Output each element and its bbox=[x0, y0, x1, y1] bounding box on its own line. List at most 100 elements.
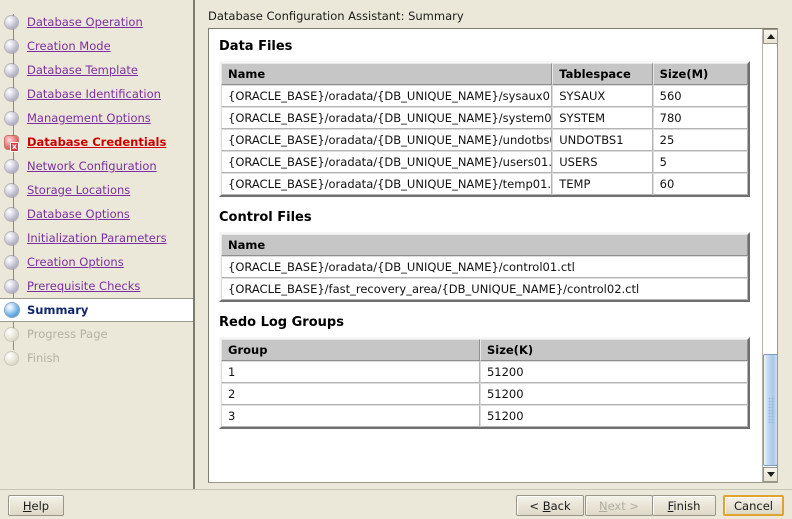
table-cell: {ORACLE_BASE}/oradata/{DB_UNIQUE_NAME}/u… bbox=[221, 129, 553, 151]
step-bullet-icon bbox=[5, 207, 18, 221]
table-row[interactable]: {ORACLE_BASE}/oradata/{DB_UNIQUE_NAME}/t… bbox=[221, 173, 748, 195]
back-button-label: < Back bbox=[529, 498, 571, 513]
step-bullet-icon bbox=[5, 63, 18, 77]
column-header[interactable]: Name bbox=[221, 63, 553, 85]
sidebar-item-creation-mode[interactable]: Creation Mode bbox=[0, 34, 193, 58]
column-header[interactable]: Size(M) bbox=[652, 63, 748, 85]
column-header[interactable]: Group bbox=[221, 339, 480, 361]
sidebar-item-label: Initialization Parameters bbox=[27, 231, 167, 245]
sidebar-item-label: Creation Mode bbox=[27, 39, 111, 53]
next-button: Next > bbox=[585, 495, 653, 516]
summary-content: National character set AL16UTF16 Data Fi… bbox=[209, 29, 762, 429]
table-row[interactable]: {ORACLE_BASE}/oradata/{DB_UNIQUE_NAME}/s… bbox=[221, 107, 748, 129]
table-row[interactable]: {ORACLE_BASE}/oradata/{DB_UNIQUE_NAME}/s… bbox=[221, 85, 748, 107]
table-cell: 1 bbox=[221, 361, 480, 383]
table-cell: {ORACLE_BASE}/oradata/{DB_UNIQUE_NAME}/t… bbox=[221, 173, 553, 195]
sidebar-item-label: Finish bbox=[27, 351, 60, 365]
finish-button[interactable]: Finish bbox=[652, 495, 716, 516]
section-title-data-files: Data Files bbox=[219, 39, 293, 54]
step-bullet-icon bbox=[5, 111, 18, 125]
table-cell: 780 bbox=[652, 107, 748, 129]
cancel-button-label: Cancel bbox=[734, 498, 773, 513]
table-control-files: Name {ORACLE_BASE}/oradata/{DB_UNIQUE_NAM… bbox=[219, 232, 750, 302]
table-cell: 51200 bbox=[479, 405, 748, 427]
table-cell: 51200 bbox=[479, 383, 748, 405]
table-cell: 3 bbox=[221, 405, 480, 427]
sidebar-item-label: Database Credentials bbox=[27, 135, 167, 149]
table-row[interactable]: 1 51200 bbox=[221, 361, 748, 383]
step-bullet-disabled-icon bbox=[5, 327, 18, 341]
wizard-step-list: Database Operation Creation Mode Database … bbox=[0, 0, 193, 370]
back-button[interactable]: < Back bbox=[516, 495, 584, 516]
column-header[interactable]: Tablespace bbox=[552, 63, 653, 85]
sidebar-item-management-options[interactable]: Management Options bbox=[0, 106, 193, 130]
sidebar-item-database-template[interactable]: Database Template bbox=[0, 58, 193, 82]
wizard-step-sidebar: Database Operation Creation Mode Database … bbox=[0, 0, 195, 489]
step-bullet-icon bbox=[5, 15, 18, 29]
table-cell: {ORACLE_BASE}/oradata/{DB_UNIQUE_NAME}/s… bbox=[221, 85, 553, 107]
next-button-label: Next > bbox=[598, 498, 640, 513]
step-bullet-icon bbox=[5, 159, 18, 173]
sidebar-item-label: Management Options bbox=[27, 111, 151, 125]
sidebar-item-prerequisite-checks[interactable]: Prerequisite Checks bbox=[0, 274, 193, 298]
step-bullet-icon bbox=[5, 255, 18, 269]
step-error-icon bbox=[5, 135, 19, 152]
sidebar-item-storage-locations[interactable]: Storage Locations bbox=[0, 178, 193, 202]
table-cell: 2 bbox=[221, 383, 480, 405]
sidebar-item-label: Database Operation bbox=[27, 15, 143, 29]
sidebar-item-label: Storage Locations bbox=[27, 183, 131, 197]
cancel-button[interactable]: Cancel bbox=[723, 495, 784, 516]
table-redo-log-groups: Group Size(K) 1 51200 2 51200 3 51200 bbox=[219, 337, 750, 429]
help-button-label: Help bbox=[22, 498, 50, 513]
table-cell: 51200 bbox=[479, 361, 748, 383]
vertical-scrollbar[interactable] bbox=[762, 29, 777, 482]
table-cell: {ORACLE_BASE}/fast_recovery_area/{DB_UNI… bbox=[221, 278, 748, 300]
table-row[interactable]: 2 51200 bbox=[221, 383, 748, 405]
sidebar-item-summary[interactable]: Summary bbox=[0, 298, 193, 322]
table-row[interactable]: {ORACLE_BASE}/oradata/{DB_UNIQUE_NAME}/u… bbox=[221, 129, 748, 151]
table-row[interactable]: 3 51200 bbox=[221, 405, 748, 427]
scroll-down-button[interactable] bbox=[763, 467, 777, 482]
scroll-up-button[interactable] bbox=[763, 29, 777, 44]
sidebar-item-progress-page: Progress Page bbox=[0, 322, 193, 346]
sidebar-item-label: Database Identification bbox=[27, 87, 161, 101]
scrollbar-thumb[interactable] bbox=[763, 354, 777, 466]
page-title: Database Configuration Assistant: Summar… bbox=[208, 9, 464, 23]
table-cell: 25 bbox=[652, 129, 748, 151]
table-cell: SYSAUX bbox=[552, 85, 653, 107]
column-header[interactable]: Name bbox=[221, 234, 748, 256]
table-row[interactable]: {ORACLE_BASE}/fast_recovery_area/{DB_UNI… bbox=[221, 278, 748, 300]
main-panel: Database Configuration Assistant: Summar… bbox=[195, 0, 792, 489]
triangle-down-icon bbox=[766, 472, 775, 477]
sidebar-item-database-operation[interactable]: Database Operation bbox=[0, 10, 193, 34]
help-button[interactable]: Help bbox=[8, 495, 64, 516]
sidebar-item-database-identification[interactable]: Database Identification bbox=[0, 82, 193, 106]
table-row[interactable]: {ORACLE_BASE}/oradata/{DB_UNIQUE_NAME}/c… bbox=[221, 256, 748, 278]
summary-viewport: National character set AL16UTF16 Data Fi… bbox=[209, 29, 762, 482]
table-cell: SYSTEM bbox=[552, 107, 653, 129]
scrollbar-track[interactable] bbox=[763, 44, 777, 467]
sidebar-item-initialization-parameters[interactable]: Initialization Parameters bbox=[0, 226, 193, 250]
sidebar-item-database-credentials[interactable]: Database Credentials bbox=[0, 130, 193, 154]
sidebar-item-database-options[interactable]: Database Options bbox=[0, 202, 193, 226]
step-bullet-icon bbox=[5, 231, 18, 245]
step-bullet-icon bbox=[5, 87, 18, 101]
sidebar-item-label: Summary bbox=[27, 303, 89, 317]
table-cell: {ORACLE_BASE}/oradata/{DB_UNIQUE_NAME}/u… bbox=[221, 151, 553, 173]
sidebar-item-label: Creation Options bbox=[27, 255, 124, 269]
column-header[interactable]: Size(K) bbox=[479, 339, 748, 361]
table-cell: {ORACLE_BASE}/oradata/{DB_UNIQUE_NAME}/c… bbox=[221, 256, 748, 278]
table-data-files: Name Tablespace Size(M) {ORACLE_BASE}/orada… bbox=[219, 61, 750, 197]
sidebar-item-label: Network Configuration bbox=[27, 159, 157, 173]
sidebar-item-label: Database Options bbox=[27, 207, 130, 221]
step-bullet-icon bbox=[5, 39, 18, 53]
table-row[interactable]: {ORACLE_BASE}/oradata/{DB_UNIQUE_NAME}/u… bbox=[221, 151, 748, 173]
sidebar-item-creation-options[interactable]: Creation Options bbox=[0, 250, 193, 274]
sidebar-item-label: Progress Page bbox=[27, 327, 108, 341]
table-cell: USERS bbox=[552, 151, 653, 173]
table-cell: TEMP bbox=[552, 173, 653, 195]
table-cell: {ORACLE_BASE}/oradata/{DB_UNIQUE_NAME}/s… bbox=[221, 107, 553, 129]
step-bullet-active-icon bbox=[5, 303, 19, 317]
sidebar-item-network-configuration[interactable]: Network Configuration bbox=[0, 154, 193, 178]
button-bar: Help < Back Next > Finish Cancel bbox=[0, 489, 792, 519]
